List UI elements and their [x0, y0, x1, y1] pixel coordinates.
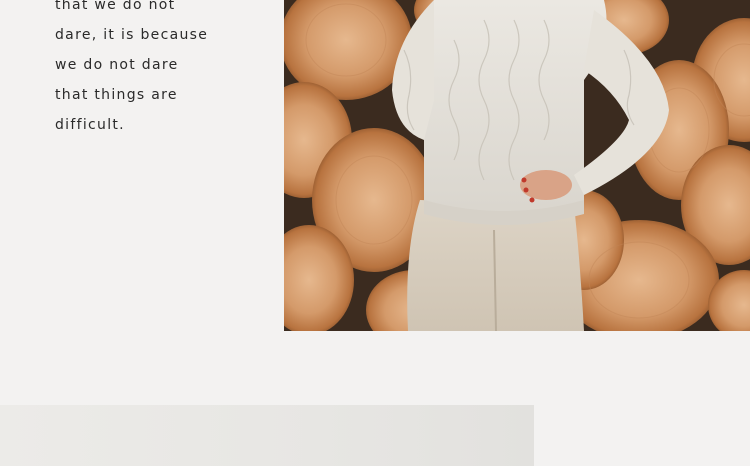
- quote-line: that we do not: [55, 0, 176, 13]
- quote-line: dare, it is because: [55, 27, 209, 43]
- quote-line: that things are: [55, 87, 178, 103]
- quote-text: that we do not dare, it is because we do…: [55, 0, 255, 140]
- page: that we do not dare, it is because we do…: [0, 0, 750, 466]
- quote-line: we do not dare: [55, 57, 179, 73]
- bottom-image-strip: [0, 405, 534, 466]
- quote-line: difficult.: [55, 117, 125, 133]
- woman-sweater-logs-image: [284, 0, 750, 331]
- hero-photo: [284, 0, 750, 331]
